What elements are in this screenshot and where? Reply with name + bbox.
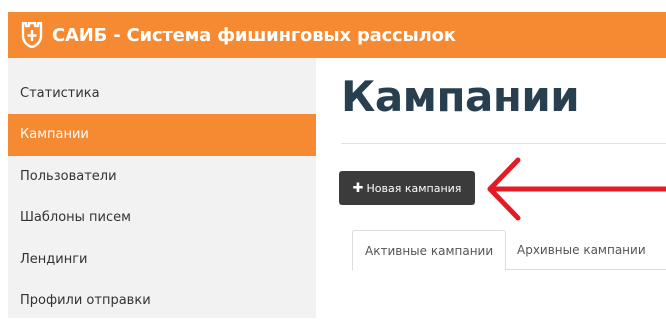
red-arrow-icon (487, 157, 666, 221)
castle-shield-icon (21, 22, 43, 48)
sidebar-item-sending-profiles[interactable]: Профили отправки (8, 280, 316, 322)
tab-active-campaigns[interactable]: Активные кампании (352, 230, 507, 271)
new-campaign-label: Новая кампания (366, 181, 462, 195)
campaign-tabs: Активные кампании Архивные кампании (352, 230, 666, 271)
plus-icon: ✚ (352, 180, 364, 196)
title-divider (341, 143, 666, 144)
tab-archived-campaigns[interactable]: Архивные кампании (505, 230, 658, 270)
sidebar-item-campaigns[interactable]: Кампании (8, 114, 316, 156)
sidebar-item-users[interactable]: Пользователи (8, 156, 316, 198)
sidebar-item-email-templates[interactable]: Шаблоны писем (8, 197, 316, 239)
sidebar-item-statistics[interactable]: Статистика (8, 74, 316, 114)
app-title: САИБ - Система фишинговых рассылок (52, 24, 456, 46)
page-title: Кампании (341, 72, 580, 121)
sidebar-item-landing-pages[interactable]: Лендинги (8, 239, 316, 281)
app-header: САИБ - Система фишинговых рассылок (8, 12, 666, 58)
new-campaign-button[interactable]: ✚ Новая кампания (339, 171, 475, 205)
sidebar: Статистика Кампании Пользователи Шаблоны… (8, 58, 316, 318)
